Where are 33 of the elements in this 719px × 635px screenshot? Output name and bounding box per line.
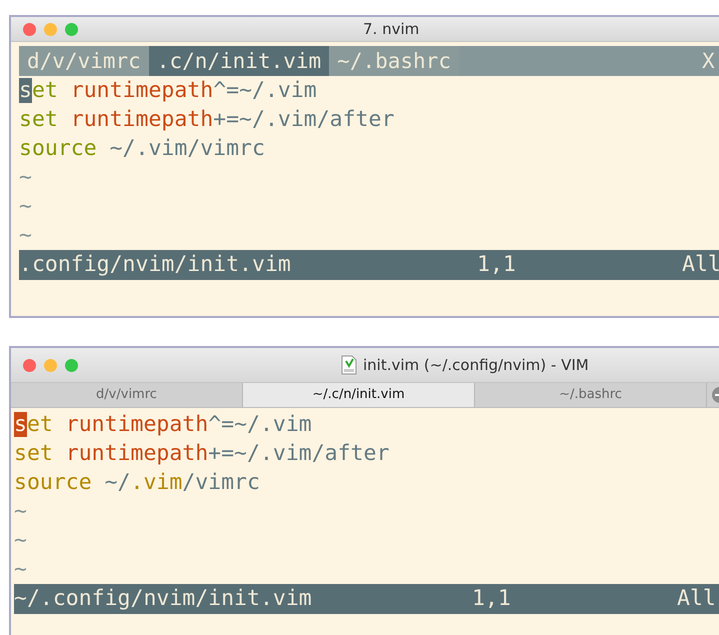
code-line: set runtimepath^=~/.vim xyxy=(14,411,313,439)
empty-line-marker: ~ xyxy=(14,499,27,524)
close-icon[interactable] xyxy=(23,358,36,372)
code-line: source ~/.vim/vimrc xyxy=(19,135,266,163)
zoom-icon[interactable] xyxy=(65,22,78,36)
scroll-position: All xyxy=(677,585,716,613)
empty-line-marker: ~ xyxy=(19,165,32,190)
close-icon[interactable] xyxy=(23,22,36,36)
vim-file-icon xyxy=(341,355,357,375)
minimize-icon[interactable] xyxy=(44,358,57,372)
tab[interactable]: ~/.bashrc xyxy=(475,383,707,407)
window-title: init.vim (~/.config/nvim) - VIM xyxy=(363,356,589,374)
tab[interactable]: ~/.c/n/init.vim xyxy=(243,383,475,407)
code-line: set runtimepath^=~/.vim xyxy=(19,77,318,105)
close-tab-button[interactable]: X xyxy=(702,49,719,73)
empty-line-marker: ~ xyxy=(14,528,27,553)
file-path: .config/nvim/init.vim xyxy=(19,251,292,279)
buffer-tab[interactable]: .c/n/init.vim xyxy=(148,46,330,76)
window-title: 7. nvim xyxy=(363,20,420,38)
buffer-tab[interactable]: d/v/vimrc xyxy=(19,46,149,76)
buffer-tab[interactable]: ~/.bashrc xyxy=(329,46,459,76)
zoom-icon[interactable] xyxy=(65,358,78,372)
empty-line-marker: ~ xyxy=(19,223,32,248)
cursor-position: 1,1 xyxy=(472,585,512,613)
empty-line-marker: ~ xyxy=(14,557,27,582)
file-path: ~/.config/nvim/init.vim xyxy=(14,585,313,613)
code-line: set runtimepath+=~/.vim/after xyxy=(19,106,396,134)
cursor-position: 1,1 xyxy=(477,251,517,279)
scroll-position: All xyxy=(682,251,719,279)
code-line: set runtimepath+=~/.vim/after xyxy=(14,440,390,468)
empty-line-marker: ~ xyxy=(19,194,32,219)
code-line: source ~/.vim/vimrc xyxy=(14,469,261,497)
minimize-icon[interactable] xyxy=(44,22,57,36)
